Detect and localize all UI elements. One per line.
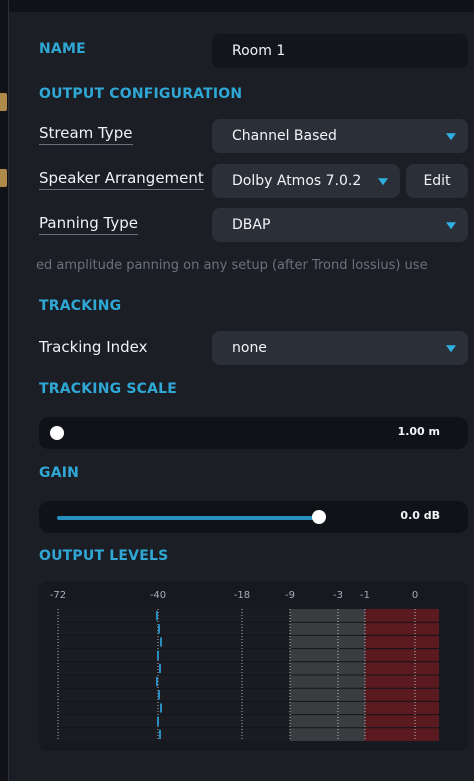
gain-title: GAIN (39, 465, 80, 481)
slider-thumb-icon[interactable] (312, 510, 326, 524)
panning-type-label: Panning Type (39, 214, 138, 235)
stream-type-label: Stream Type (39, 124, 133, 145)
gain-track (57, 516, 319, 520)
chevron-down-icon (446, 345, 456, 353)
tracking-scale-title: TRACKING SCALE (39, 381, 178, 397)
panning-type-value: DBAP (232, 217, 271, 233)
tracking-scale-value: 1.00 m (397, 425, 440, 438)
panning-description: ed amplitude panning on any setup (after… (36, 258, 428, 273)
tracking-title: TRACKING (39, 298, 122, 314)
tracking-index-dropdown[interactable]: none (212, 331, 468, 365)
meter-peak-marker (158, 690, 160, 700)
meter-graphic (57, 609, 439, 741)
left-frame (0, 0, 9, 781)
speaker-arrangement-value: Dolby Atmos 7.0.2 (232, 173, 362, 189)
chevron-down-icon (446, 222, 456, 230)
meter-peak-marker (160, 703, 162, 713)
stream-type-dropdown[interactable]: Channel Based (212, 119, 468, 153)
meter-peak-marker (158, 624, 160, 634)
edit-speaker-arrangement-button[interactable]: Edit (406, 164, 468, 198)
meter-peak-marker (156, 677, 158, 687)
meter-peak-marker (160, 637, 162, 647)
output-levels-meter: -72 -40 -18 -9 -3 -1 0 (39, 581, 468, 751)
stream-type-value: Channel Based (232, 128, 337, 144)
speaker-arrangement-dropdown[interactable]: Dolby Atmos 7.0.2 (212, 164, 400, 198)
meter-peak-marker (156, 611, 158, 621)
tracking-scale-slider[interactable]: 1.00 m (39, 417, 468, 449)
slider-thumb-icon[interactable] (50, 426, 64, 440)
meter-peak-marker (159, 663, 161, 673)
name-input[interactable]: Room 1 (212, 34, 468, 68)
tracking-index-label: Tracking Index (39, 338, 148, 356)
side-tab-2[interactable] (0, 169, 7, 187)
panning-type-dropdown[interactable]: DBAP (212, 208, 468, 242)
tracking-index-value: none (232, 340, 267, 356)
meter-peak-marker (159, 729, 161, 739)
speaker-arrangement-label: Speaker Arrangement (39, 169, 204, 190)
output-levels-title: OUTPUT LEVELS (39, 548, 169, 564)
meter-peak-marker (157, 650, 159, 660)
output-configuration-title: OUTPUT CONFIGURATION (39, 86, 243, 102)
gain-value: 0.0 dB (400, 509, 440, 522)
gain-slider[interactable]: 0.0 dB (39, 501, 468, 533)
meter-peak-marker (157, 716, 159, 726)
name-label: NAME (39, 41, 86, 57)
chevron-down-icon (446, 133, 456, 141)
window-top-edge (0, 0, 474, 12)
chevron-down-icon (378, 178, 388, 186)
side-tab-1[interactable] (0, 93, 7, 111)
